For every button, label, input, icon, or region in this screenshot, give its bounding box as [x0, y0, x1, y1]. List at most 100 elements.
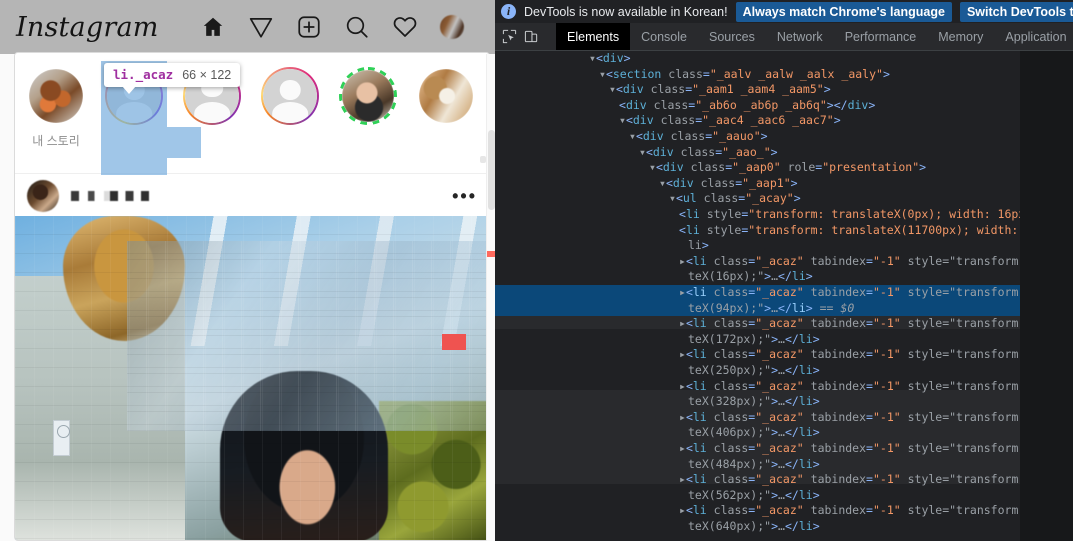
stories-tray[interactable]: 내 스토리: [15, 53, 489, 174]
post-photo: [15, 216, 489, 540]
dom-tree-row[interactable]: ▾<ul class="_acay">: [495, 191, 1073, 207]
instagram-navbar: Instagram: [0, 0, 495, 54]
photo-red-marker: [442, 334, 466, 350]
dom-row-twisty[interactable]: ▾: [609, 82, 616, 96]
dom-row-twisty[interactable]: ▸: [679, 379, 686, 393]
story-image: [29, 69, 83, 123]
inspect-element-icon[interactable]: [502, 26, 517, 48]
story-image: [419, 69, 473, 123]
dom-row-twisty[interactable]: ▾: [649, 160, 656, 174]
dom-row-twisty[interactable]: ▾: [669, 191, 676, 205]
tooltip-arrow-icon: [122, 86, 136, 94]
dom-row-twisty[interactable]: ▸: [679, 441, 686, 455]
always-match-language-button[interactable]: Always match Chrome's language: [735, 1, 952, 22]
dom-tree-row[interactable]: ▸<li class="_acaz" tabindex="-1" style="…: [495, 379, 1073, 410]
tab-elements[interactable]: Elements: [556, 23, 631, 50]
dom-row-twisty[interactable]: ▾: [589, 51, 596, 65]
story-ring: [417, 67, 475, 125]
dom-row-twisty[interactable]: ▾: [659, 176, 666, 190]
feed-card: 내 스토리 •••: [14, 52, 490, 541]
devtools-panel: i DevTools is now available in Korean! A…: [495, 0, 1073, 541]
tab-network[interactable]: Network: [766, 23, 834, 50]
dom-row-twisty[interactable]: ▸: [679, 503, 686, 517]
story-item-own[interactable]: 내 스토리: [23, 67, 89, 149]
dom-tree-row[interactable]: ▸<li class="_acaz" tabindex="-1" style="…: [495, 254, 1073, 285]
messenger-icon[interactable]: [248, 14, 274, 40]
dom-tree-row[interactable]: ▸<li class="_acaz" tabindex="-1" style="…: [495, 472, 1073, 503]
banner-message: DevTools is now available in Korean!: [524, 4, 728, 19]
tab-console[interactable]: Console: [630, 23, 698, 50]
info-icon: i: [501, 4, 516, 19]
dom-row-twisty[interactable]: ▾: [599, 67, 606, 81]
story-ring: [27, 67, 85, 125]
dom-tree-row[interactable]: ▾<div>: [495, 51, 1073, 67]
dom-tree-row[interactable]: ▸<li class="_acaz" tabindex="-1" style="…: [495, 347, 1073, 378]
story-thumbnail: [29, 69, 83, 123]
dom-tree-row[interactable]: ▾<div class="_aao_">: [495, 145, 1073, 161]
dom-tree-row[interactable]: ▾<div class="_aap1">: [495, 176, 1073, 192]
dom-tree-row[interactable]: ▸<li class="_acaz" tabindex="-1" style="…: [495, 316, 1073, 347]
dom-tree-row[interactable]: ▾<div class="_aac4 _aac6 _aac7">: [495, 113, 1073, 129]
dom-row-twisty[interactable]: ▾: [629, 129, 636, 143]
dom-tree-row[interactable]: ▾<div class="_aauo">: [495, 129, 1073, 145]
tab-sources[interactable]: Sources: [698, 23, 766, 50]
page-scrollbar[interactable]: [486, 54, 495, 541]
page-scrollbar-find-marker: [487, 251, 495, 257]
home-icon[interactable]: [200, 14, 226, 40]
dom-row-twisty[interactable]: ▸: [679, 347, 686, 361]
placeholder-person-icon: [263, 69, 317, 123]
post-author-username[interactable]: [71, 190, 149, 201]
inspector-tooltip: li._acaz 66 × 122: [104, 63, 241, 94]
story-item-4[interactable]: [257, 67, 323, 132]
tab-application[interactable]: Application: [994, 23, 1073, 50]
instagram-logo[interactable]: Instagram: [16, 12, 159, 43]
dom-tree-scrollbar[interactable]: [1065, 51, 1073, 541]
post-header: •••: [15, 175, 489, 216]
story-ring: [261, 67, 319, 125]
tab-performance[interactable]: Performance: [834, 23, 928, 50]
activity-heart-icon[interactable]: [392, 14, 418, 40]
dom-tree-row[interactable]: ▾<section class="_aalv _aalw _aalx _aaly…: [495, 67, 1073, 83]
dom-row-twisty[interactable]: ▾: [639, 145, 646, 159]
dom-tree-row[interactable]: <li style="transform: translateX(11700px…: [495, 223, 1073, 254]
profile-avatar[interactable]: [440, 15, 464, 39]
dom-tree-row[interactable]: <li style="transform: translateX(0px); w…: [495, 207, 1073, 223]
dom-tree-row[interactable]: ▸<li class="_acaz" tabindex="-1" style="…: [495, 285, 1073, 317]
devtools-tab-strip: Elements Console Sources Network Perform…: [495, 23, 1073, 51]
inspector-tooltip-selector: li._acaz: [113, 67, 174, 82]
dom-tree-row[interactable]: ▾<div class="_aap0" role="presentation">: [495, 160, 1073, 176]
photo-mosaic-censor: [127, 241, 489, 431]
story-thumbnail: [419, 69, 473, 123]
dom-row-twisty[interactable]: ▾: [619, 113, 626, 127]
dom-tree-row[interactable]: ▾<div class="_aam1 _aam4 _aam5">: [495, 82, 1073, 98]
navbar-icon-group: [200, 0, 464, 54]
browser-viewport: Instagram 내 스토리 ••• li._acaz 66 × 122: [0, 0, 495, 541]
dom-row-console-ref: == $0: [812, 300, 855, 315]
dom-row-twisty[interactable]: ▸: [679, 472, 686, 486]
search-icon[interactable]: [344, 14, 370, 40]
post-author-avatar[interactable]: [27, 179, 59, 212]
tab-memory[interactable]: Memory: [927, 23, 994, 50]
page-scrollbar-thumb[interactable]: [488, 130, 495, 210]
story-item-5[interactable]: [335, 67, 401, 141]
dom-tree-view[interactable]: ▾<div> ▾<section class="_aalv _aalw _aalx…: [495, 51, 1073, 541]
story-label: 내 스토리: [32, 134, 80, 148]
photo-no-smoking-sign: [53, 420, 70, 456]
dom-row-twisty[interactable]: ▸: [679, 316, 686, 330]
story-ring: [339, 67, 397, 125]
dom-row-twisty[interactable]: ▸: [679, 410, 686, 424]
story-item-6[interactable]: [413, 67, 479, 140]
dom-tree-row[interactable]: ▸<li class="_acaz" tabindex="-1" style="…: [495, 503, 1073, 534]
dom-row-twisty[interactable]: ▸: [679, 254, 686, 268]
dom-tree-row[interactable]: ▸<li class="_acaz" tabindex="-1" style="…: [495, 441, 1073, 472]
devtools-locale-banner: i DevTools is now available in Korean! A…: [495, 0, 1073, 23]
dom-tree-row[interactable]: ▸<li class="_acaz" tabindex="-1" style="…: [495, 410, 1073, 441]
post-more-options-icon[interactable]: •••: [452, 187, 477, 205]
story-image: [342, 70, 394, 122]
dom-row-twisty[interactable]: ▸: [679, 285, 686, 299]
new-post-icon[interactable]: [296, 14, 322, 40]
switch-to-korean-button[interactable]: Switch DevTools to Korean: [959, 1, 1073, 22]
story-thumbnail: [263, 69, 317, 123]
device-toolbar-icon[interactable]: [524, 26, 539, 48]
dom-tree-row[interactable]: <div class="_ab6o _ab6p _ab6q"></div>: [495, 98, 1073, 114]
